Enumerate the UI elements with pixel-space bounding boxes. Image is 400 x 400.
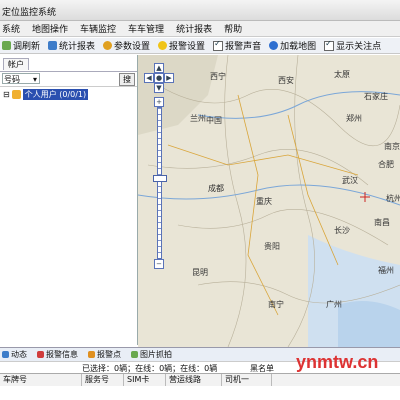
city-label: 合肥 — [378, 160, 394, 169]
pan-left-button[interactable]: ◀ — [144, 73, 154, 83]
city-label: 南宁 — [268, 300, 284, 309]
pin-icon — [88, 351, 95, 358]
title-bar: 定位监控系统 — [0, 0, 400, 21]
tree-item-label: 个人用户 (0/0/1) — [22, 89, 89, 100]
menu-map[interactable]: 地图操作 — [32, 22, 68, 35]
expand-icon[interactable]: ⊟ — [3, 90, 10, 99]
menu-bar: 系统 地图操作 车辆监控 车车管理 统计报表 帮助 — [0, 21, 400, 37]
city-label: 西安 — [278, 76, 294, 85]
column-header[interactable]: SIM卡 — [124, 374, 166, 386]
chevron-down-icon: ▾ — [32, 75, 37, 84]
left-panel: 帐户 号码 ▾ 搜 ⊟ 个人用户 (0/0/1) — [0, 55, 138, 345]
city-label: 郑州 — [346, 114, 362, 123]
city-label: 广州 — [326, 300, 342, 309]
alarm-icon — [37, 351, 44, 358]
alarm-sound-check-icon — [213, 39, 224, 51]
city-label: 福州 — [378, 266, 394, 275]
refresh-icon — [2, 41, 11, 50]
pan-right-button[interactable]: ▶ — [164, 73, 174, 83]
menu-monitor[interactable]: 车辆监控 — [80, 22, 116, 35]
search-row: 号码 ▾ 搜 — [0, 71, 137, 87]
alarm-sound-checkbox[interactable]: 报警声音 — [211, 39, 263, 53]
city-label: 南昌 — [374, 218, 390, 227]
gear-icon — [103, 41, 113, 50]
city-label: 南京 — [384, 142, 400, 151]
vehicle-grid-header: 车牌号 服务号 SIM卡 营运线路 司机一 — [0, 373, 400, 387]
city-label: 石家庄 — [364, 92, 388, 101]
search-button[interactable]: 搜 — [119, 73, 135, 86]
map-view[interactable]: 西宁 兰州 西安 太原 郑州 石家庄 成都 重庆 武汉 长沙 南昌 合肥 南京 … — [138, 55, 400, 347]
column-header[interactable]: 营运线路 — [166, 374, 222, 386]
zoom-slider-handle[interactable] — [153, 175, 167, 182]
city-label: 中国 — [206, 116, 222, 125]
load-map-button[interactable]: 加载地图 — [267, 39, 318, 53]
city-label: 重庆 — [256, 197, 272, 206]
params-button[interactable]: 参数设置 — [101, 39, 152, 53]
search-type-select[interactable]: 号码 ▾ — [2, 73, 40, 84]
zoom-out-button[interactable]: − — [154, 259, 164, 269]
tab-alarm-info[interactable]: 报警信息 — [35, 349, 80, 360]
city-label: 贵阳 — [264, 242, 280, 251]
user-group-icon — [11, 90, 21, 99]
pan-down-button[interactable]: ▼ — [154, 83, 164, 93]
city-label: 成都 — [208, 184, 224, 193]
show-poi-checkbox[interactable]: 显示关注点 — [322, 39, 383, 53]
pan-up-button[interactable]: ▲ — [154, 63, 164, 73]
tree-item-personal[interactable]: ⊟ 个人用户 (0/0/1) — [3, 89, 89, 100]
toolbar: 调刷新 统计报表 参数设置 报警设置 报警声音 加载地图 显示关注点 — [0, 38, 400, 54]
bell-icon — [158, 41, 168, 50]
watermark: ynmtw.cn — [296, 352, 379, 372]
vehicle-grid-body[interactable] — [0, 386, 400, 400]
alarm-settings-button[interactable]: 报警设置 — [156, 39, 207, 53]
tab-dynamic[interactable]: 动态 — [0, 349, 29, 360]
report-button[interactable]: 统计报表 — [46, 39, 97, 53]
menu-system[interactable]: 系统 — [2, 22, 20, 35]
column-header[interactable]: 司机一 — [222, 374, 272, 386]
city-label: 太原 — [334, 70, 350, 79]
city-label: 西宁 — [210, 72, 226, 81]
zoom-in-button[interactable]: + — [154, 97, 164, 107]
city-label: 昆明 — [192, 268, 208, 277]
tab-photo[interactable]: 图片抓拍 — [129, 349, 174, 360]
camera-icon — [131, 351, 138, 358]
refresh-button[interactable]: 调刷新 — [0, 39, 42, 53]
car-icon — [2, 351, 9, 358]
zoom-slider-track[interactable] — [157, 107, 162, 259]
window-title: 定位监控系统 — [2, 8, 57, 18]
pan-center-button[interactable]: ● — [154, 73, 164, 83]
menu-help[interactable]: 帮助 — [224, 22, 242, 35]
city-label: 武汉 — [342, 176, 358, 185]
report-icon — [48, 41, 58, 50]
menu-report[interactable]: 统计报表 — [176, 22, 212, 35]
column-header[interactable]: 服务号 — [82, 374, 124, 386]
column-header[interactable]: 车牌号 — [0, 374, 82, 386]
globe-icon — [269, 41, 279, 50]
menu-vehicle[interactable]: 车车管理 — [128, 22, 164, 35]
city-label: 兰州 — [190, 114, 206, 123]
show-poi-check-icon — [324, 39, 335, 51]
city-label: 杭州 — [386, 194, 400, 203]
city-label: 长沙 — [334, 226, 350, 235]
tab-alarm-point[interactable]: 报警点 — [86, 349, 123, 360]
tab-account[interactable]: 帐户 — [3, 58, 29, 70]
